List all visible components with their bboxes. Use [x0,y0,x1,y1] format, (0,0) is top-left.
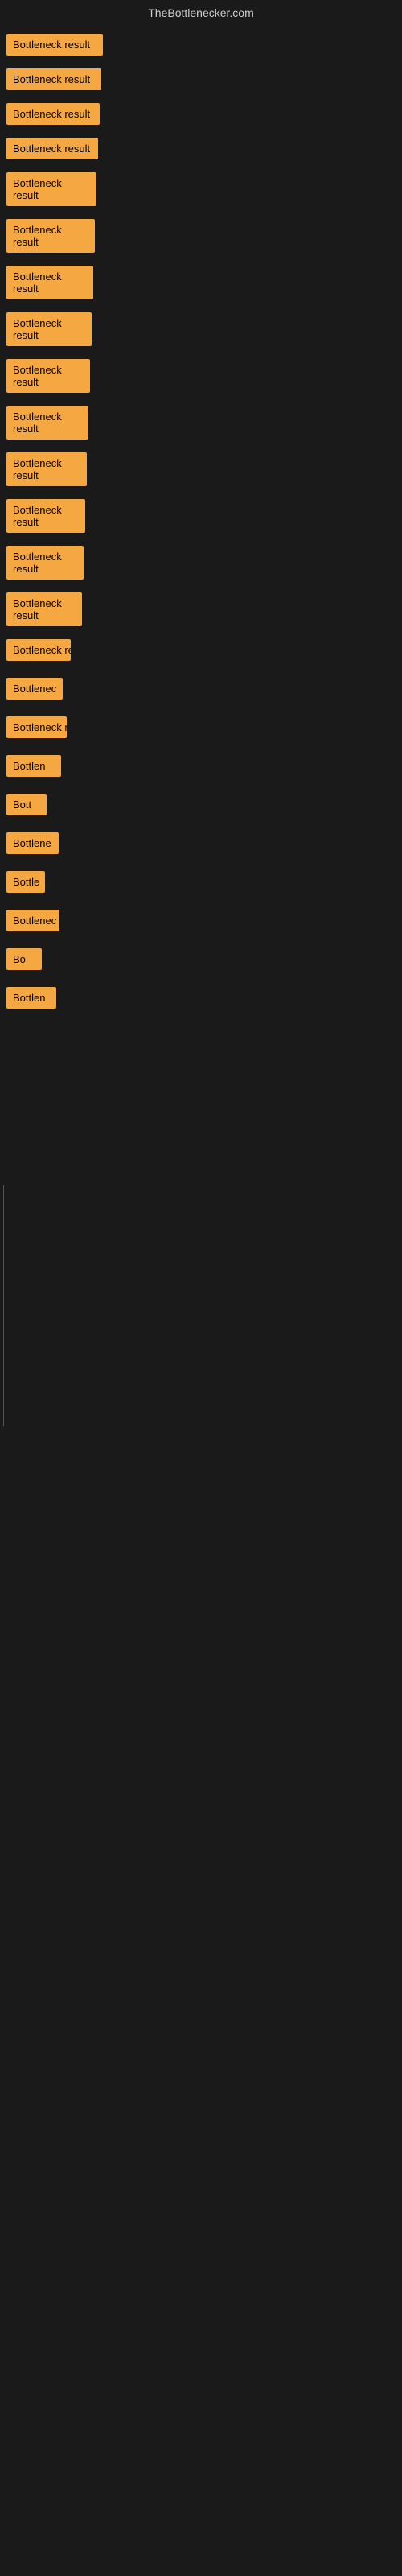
row-4: Bottleneck result [3,133,399,164]
row-19: Bott [3,789,399,824]
bottleneck-item-20[interactable]: Bottlene [6,832,59,854]
bottleneck-item-16[interactable]: Bottlenec [6,678,63,700]
bottleneck-item-13[interactable]: Bottleneck result [6,546,84,580]
page-content: Bottleneck result Bottleneck result Bott… [0,26,402,1024]
bottleneck-item-18[interactable]: Bottlen [6,755,61,777]
row-24: Bottlen [3,982,399,1018]
bottleneck-item-14[interactable]: Bottleneck result [6,592,82,626]
row-22: Bottlenec [3,905,399,940]
row-3: Bottleneck result [3,98,399,130]
bottom-section [0,1024,402,1829]
bottleneck-item-1[interactable]: Bottleneck result [6,34,103,56]
row-15: Bottleneck re [3,634,399,670]
bottleneck-item-24[interactable]: Bottlen [6,987,56,1009]
row-17: Bottleneck r [3,712,399,747]
bottleneck-item-4[interactable]: Bottleneck result [6,138,98,159]
bottleneck-item-5[interactable]: Bottleneck result [6,172,96,206]
bottleneck-item-10[interactable]: Bottleneck result [6,406,88,440]
row-20: Bottlene [3,828,399,863]
bottleneck-item-19[interactable]: Bott [6,794,47,815]
bottleneck-item-7[interactable]: Bottleneck result [6,266,93,299]
row-23: Bo [3,943,399,979]
bottleneck-item-2[interactable]: Bottleneck result [6,68,101,90]
row-10: Bottleneck result [3,401,399,444]
row-14: Bottleneck result [3,588,399,631]
bottleneck-item-23[interactable]: Bo [6,948,42,970]
bottleneck-item-15[interactable]: Bottleneck re [6,639,71,661]
bottleneck-item-6[interactable]: Bottleneck result [6,219,95,253]
row-12: Bottleneck result [3,494,399,538]
row-11: Bottleneck result [3,448,399,491]
row-6: Bottleneck result [3,214,399,258]
row-18: Bottlen [3,750,399,786]
bottleneck-item-8[interactable]: Bottleneck result [6,312,92,346]
row-1: Bottleneck result [3,29,399,60]
row-5: Bottleneck result [3,167,399,211]
bottleneck-item-11[interactable]: Bottleneck result [6,452,87,486]
row-2: Bottleneck result [3,64,399,95]
row-13: Bottleneck result [3,541,399,584]
row-8: Bottleneck result [3,308,399,351]
row-16: Bottlenec [3,673,399,708]
row-9: Bottleneck result [3,354,399,398]
bottleneck-item-9[interactable]: Bottleneck result [6,359,90,393]
bottleneck-item-12[interactable]: Bottleneck result [6,499,85,533]
bottleneck-item-3[interactable]: Bottleneck result [6,103,100,125]
bottleneck-item-21[interactable]: Bottle [6,871,45,893]
bottleneck-item-17[interactable]: Bottleneck r [6,716,67,738]
row-21: Bottle [3,866,399,902]
site-title: TheBottlenecker.com [0,0,402,26]
row-7: Bottleneck result [3,261,399,304]
bottleneck-item-22[interactable]: Bottlenec [6,910,59,931]
vertical-line [3,1185,4,1426]
